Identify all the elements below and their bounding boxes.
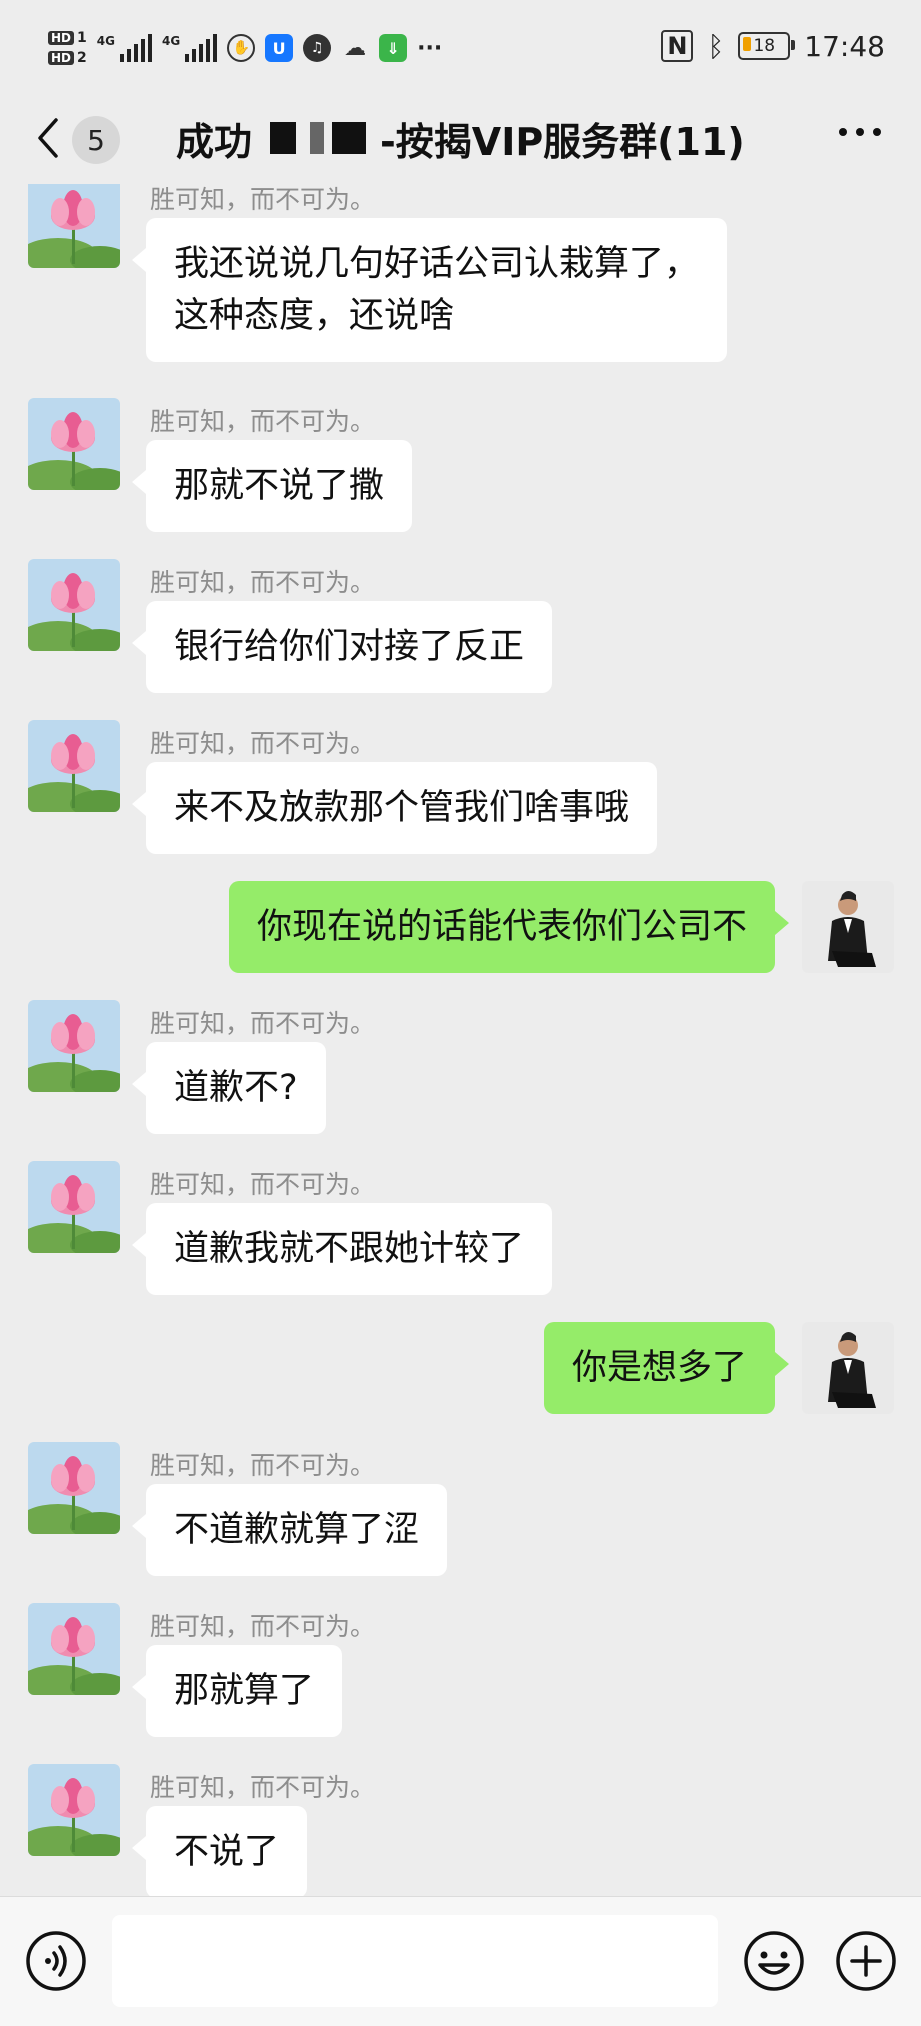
avatar-lotus[interactable] <box>28 1161 120 1253</box>
plus-icon <box>836 1931 896 1991</box>
message-line: 你现在说的话能代表你们公司不 <box>256 907 747 947</box>
sender-name: 胜可知，而不可为。 <box>150 1009 376 1038</box>
chat-title[interactable]: 成功 -按揭VIP服务群(11) <box>176 110 745 166</box>
sender-name: 胜可知，而不可为。 <box>150 1451 376 1480</box>
network-type-2: 4G <box>161 34 181 48</box>
input-bar <box>0 1896 921 2026</box>
status-left: HD 1 HD 2 4G 4G ✋ U ♫ ☁ ⇓ ··· <box>48 18 442 78</box>
audio-app-icon: ♫ <box>303 34 332 62</box>
signal-icon: 4G <box>97 34 152 62</box>
message-bubble[interactable]: 那就算了 <box>131 1645 343 1737</box>
message-line: 你是想多了 <box>571 1348 747 1388</box>
chat-title-suffix: -按揭VIP服务群(11) <box>380 119 745 164</box>
avatar-lotus[interactable] <box>28 720 120 812</box>
more-dots-icon <box>839 128 847 136</box>
message-bubble-outgoing[interactable]: 你现在说的话能代表你们公司不 <box>228 881 790 973</box>
shield-app-icon: U <box>265 34 294 62</box>
hd1-label: HD <box>48 31 75 45</box>
message-line: 我还说说几句好话公司认栽算了， <box>174 244 700 284</box>
chevron-left-icon <box>38 118 58 158</box>
unread-badge[interactable]: 5 <box>72 116 120 164</box>
status-bar: HD 1 HD 2 4G 4G ✋ U ♫ ☁ ⇓ ··· N ᛒ 18 17:48 <box>0 0 921 92</box>
avatar-lotus[interactable] <box>28 184 120 268</box>
redacted-name <box>270 116 378 160</box>
chat-header: 5 成功 -按揭VIP服务群(11) <box>0 92 921 184</box>
message-bubble-outgoing[interactable]: 你是想多了 <box>543 1322 790 1414</box>
message-bubble[interactable]: 不说了 <box>131 1806 308 1896</box>
message-bubble[interactable]: 银行给你们对接了反正 <box>131 601 553 693</box>
avatar-lotus[interactable] <box>28 1764 120 1856</box>
avatar-lotus[interactable] <box>28 1442 120 1534</box>
hd2-num: 2 <box>77 50 87 66</box>
network-type-1: 4G <box>96 34 115 48</box>
hd-indicators: HD 1 HD 2 <box>48 30 87 66</box>
avatar-lotus[interactable] <box>28 1603 120 1695</box>
plus-button[interactable] <box>834 1929 898 1993</box>
hd1-num: 1 <box>77 30 87 46</box>
clock: 17:48 <box>804 29 885 63</box>
message-line: 不说了 <box>174 1832 280 1872</box>
back-button[interactable] <box>36 114 76 162</box>
sender-name: 胜可知，而不可为。 <box>150 185 376 214</box>
message-bubble[interactable]: 道歉我就不跟她计较了 <box>131 1203 553 1295</box>
emoji-button[interactable] <box>742 1929 806 1993</box>
message-line: 这种态度，还说啥 <box>174 296 455 336</box>
message-line: 道歉我就不跟她计较了 <box>174 1229 525 1269</box>
status-right: N ᛒ 18 17:48 <box>661 24 885 68</box>
message-bubble[interactable]: 我还说说几句好话公司认栽算了， 这种态度，还说啥 <box>131 218 728 362</box>
message-line: 不道歉就算了涩 <box>174 1510 420 1550</box>
emoji-icon <box>744 1931 804 1991</box>
more-notifications: ··· <box>417 35 443 61</box>
message-line: 那就不说了撒 <box>174 466 385 506</box>
sender-name: 胜可知，而不可为。 <box>150 729 376 758</box>
message-bubble[interactable]: 来不及放款那个管我们啥事哦 <box>131 762 658 854</box>
hand-icon: ✋ <box>227 34 256 62</box>
message-list[interactable]: 胜可知，而不可为。 我还说说几句好话公司认栽算了， 这种态度，还说啥 胜可知，而… <box>0 184 921 1896</box>
chat-title-prefix: 成功 <box>176 119 253 164</box>
sender-name: 胜可知，而不可为。 <box>150 1773 376 1802</box>
hd2-label: HD <box>48 51 75 65</box>
avatar-lotus[interactable] <box>28 559 120 651</box>
bluetooth-icon: ᛒ <box>707 29 725 63</box>
wechat-icon: ☁ <box>344 35 367 61</box>
message-bubble[interactable]: 道歉不? <box>132 1042 326 1134</box>
avatar-lotus[interactable] <box>28 1000 120 1092</box>
message-line: 银行给你们对接了反正 <box>174 627 525 667</box>
sender-name: 胜可知，而不可为。 <box>150 568 376 597</box>
avatar-self[interactable] <box>802 1322 894 1414</box>
download-app-icon: ⇓ <box>379 34 408 62</box>
battery-icon: 18 <box>738 32 796 60</box>
voice-icon <box>26 1931 86 1991</box>
battery-level: 18 <box>753 36 776 56</box>
sender-name: 胜可知，而不可为。 <box>150 407 376 436</box>
message-line: 道歉不? <box>174 1068 298 1108</box>
message-input[interactable] <box>112 1915 718 2007</box>
nfc-icon: N <box>661 30 694 62</box>
sender-name: 胜可知，而不可为。 <box>150 1612 376 1641</box>
message-line: 来不及放款那个管我们啥事哦 <box>174 788 630 828</box>
message-line: 那就算了 <box>174 1671 315 1711</box>
message-bubble[interactable]: 那就不说了撒 <box>131 440 413 532</box>
avatar-self[interactable] <box>802 881 894 973</box>
voice-button[interactable] <box>24 1929 88 1993</box>
more-button[interactable] <box>839 128 881 136</box>
avatar-lotus[interactable] <box>28 398 120 490</box>
message-bubble[interactable]: 不道歉就算了涩 <box>131 1484 448 1576</box>
sender-name: 胜可知，而不可为。 <box>150 1170 376 1199</box>
signal-2-icon: 4G <box>161 34 218 62</box>
